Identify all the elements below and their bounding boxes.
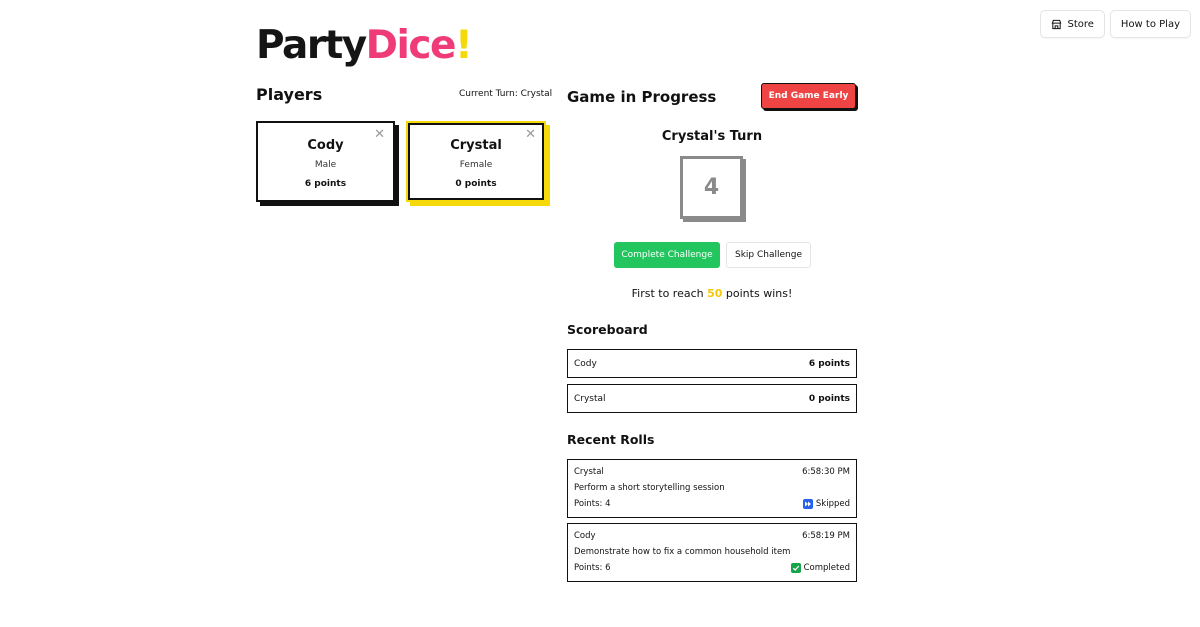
score-name: Crystal — [574, 393, 606, 404]
roll-status-label: Skipped — [815, 499, 850, 509]
scoreboard-row: Cody 6 points — [567, 349, 857, 378]
skip-challenge-button[interactable]: Skip Challenge — [726, 242, 811, 268]
game-title: Game in Progress — [567, 88, 717, 106]
win-suffix: points wins! — [722, 287, 793, 300]
win-prefix: First to reach — [631, 287, 708, 300]
how-to-play-button[interactable]: How to Play — [1109, 10, 1191, 38]
scoreboard-row: Crystal 0 points — [567, 384, 857, 413]
scoreboard-title: Scoreboard — [567, 322, 648, 337]
roll-time: 6:58:30 PM — [802, 467, 850, 477]
store-button[interactable]: Store — [1040, 10, 1105, 38]
player-points: 0 points — [455, 179, 497, 189]
roll-entry: Crystal 6:58:30 PM Perform a short story… — [567, 459, 857, 518]
roll-time: 6:58:19 PM — [802, 531, 850, 541]
score-points: 0 points — [808, 393, 850, 404]
complete-challenge-button[interactable]: Complete Challenge — [614, 242, 720, 268]
player-points: 6 points — [304, 179, 347, 189]
how-to-play-label: How to Play — [1120, 18, 1180, 30]
end-game-button[interactable]: End Game Early — [761, 83, 856, 109]
win-target: 50 — [707, 287, 723, 300]
roll-points: Points: 4 — [574, 499, 611, 509]
roll-challenge: Demonstrate how to fix a common househol… — [574, 547, 791, 557]
player-card-cody[interactable]: ✕ Cody Male 6 points — [256, 121, 395, 202]
logo: PartyDice! — [256, 22, 473, 70]
score-name: Cody — [574, 358, 597, 369]
roll-status: Skipped — [802, 499, 850, 509]
current-turn-label: Current Turn: Crystal — [459, 89, 553, 99]
logo-bang: ! — [454, 23, 473, 68]
roll-entry: Cody 6:58:19 PM Demonstrate how to fix a… — [567, 523, 857, 582]
logo-party: Party — [256, 23, 367, 68]
logo-dice: Dice — [365, 23, 457, 68]
top-nav: Store How to Play — [1040, 10, 1191, 38]
score-points: 6 points — [808, 358, 850, 369]
dice-result: 4 — [680, 156, 743, 219]
player-card-crystal[interactable]: ✕ Crystal Female 0 points — [406, 121, 546, 202]
player-gender: Female — [459, 160, 493, 170]
recent-rolls-title: Recent Rolls — [567, 432, 655, 447]
player-name: Cody — [307, 138, 344, 153]
roll-status: Completed — [790, 563, 850, 573]
player-name: Crystal — [450, 138, 502, 153]
roll-points: Points: 6 — [574, 563, 611, 573]
player-gender: Male — [314, 160, 337, 170]
players-title: Players — [256, 85, 323, 104]
check-icon — [790, 563, 801, 573]
roll-challenge: Perform a short storytelling session — [574, 483, 725, 493]
turn-title: Crystal's Turn — [661, 129, 763, 144]
roll-player: Crystal — [574, 467, 604, 477]
store-icon — [1052, 19, 1062, 29]
roll-status-label: Completed — [803, 563, 850, 573]
skip-icon — [802, 499, 813, 509]
roll-player: Cody — [574, 531, 596, 541]
store-label: Store — [1067, 18, 1094, 30]
win-condition: First to reach 50 points wins! — [567, 287, 857, 300]
